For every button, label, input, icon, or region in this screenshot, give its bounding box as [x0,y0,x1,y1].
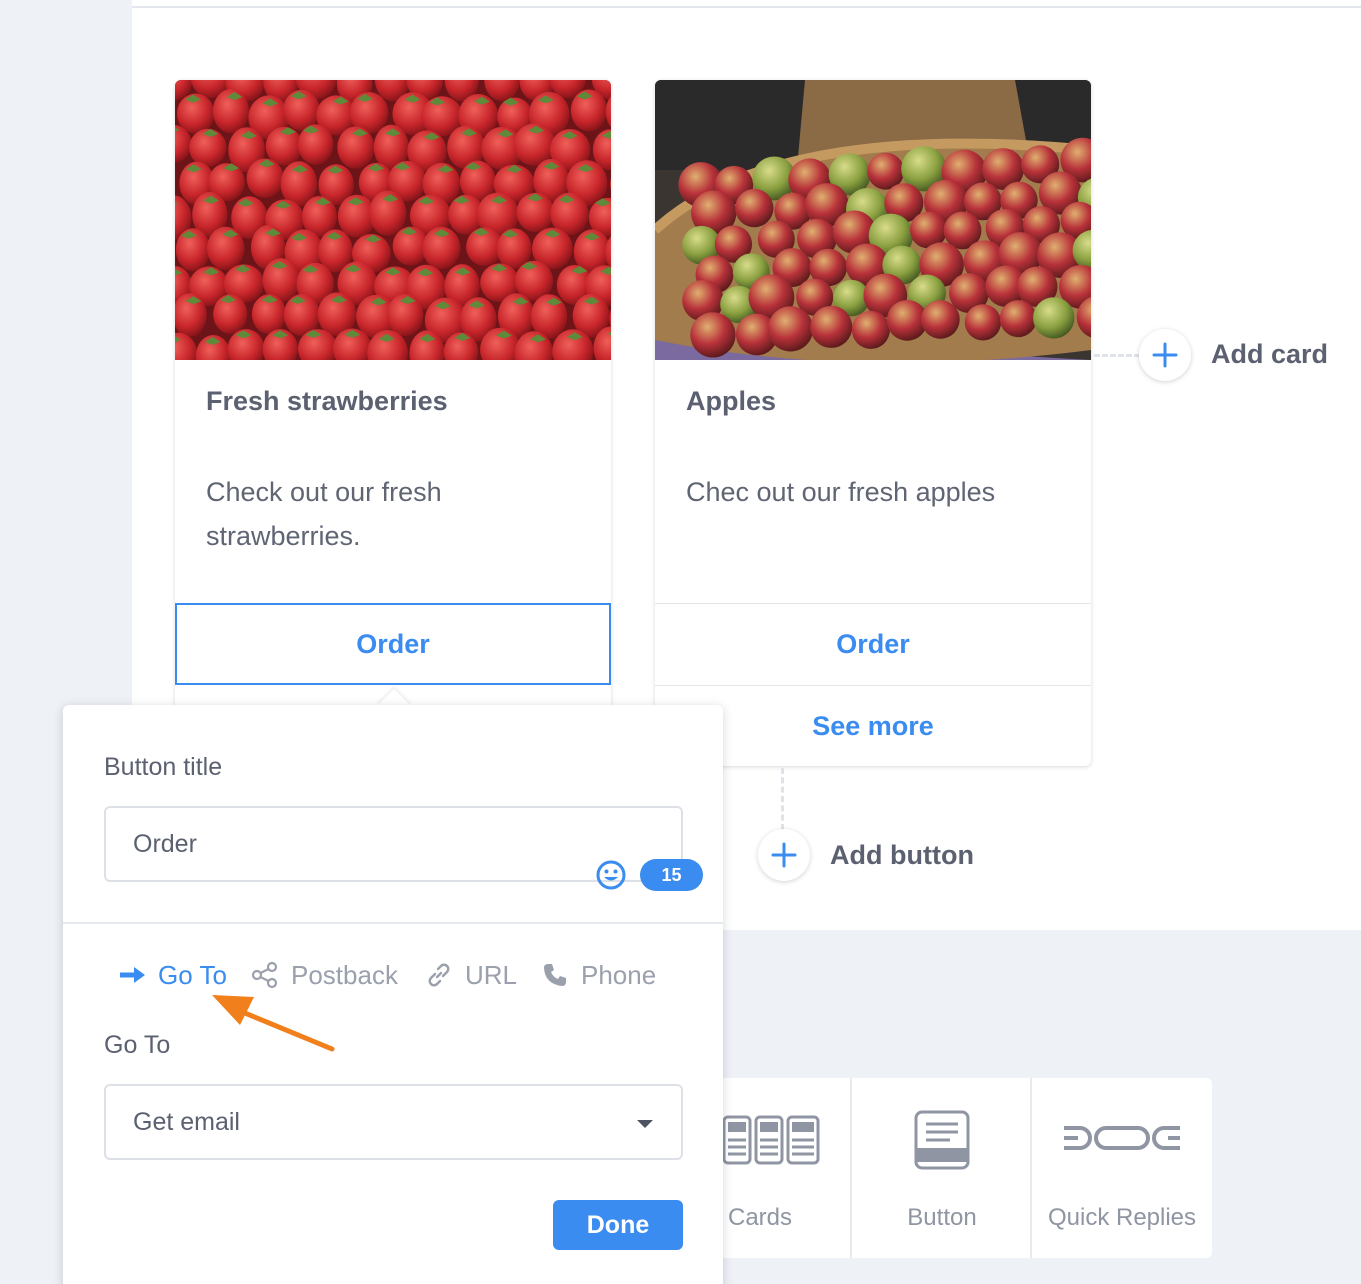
popover-divider [63,922,723,924]
arrow-right-icon [120,967,145,983]
tab-label: URL [465,959,518,990]
select-value: Get email [133,1107,240,1136]
card-button-order[interactable]: Order [655,603,1091,685]
apple-shape [921,300,960,339]
apple-shape [735,188,774,228]
done-button[interactable]: Done [553,1200,683,1250]
toolbar-item-button[interactable]: Button [850,1078,1030,1258]
toolbar-item-quick-replies[interactable]: Quick Replies [1030,1078,1210,1258]
annotation-arrow-icon [212,995,335,1052]
card-title[interactable]: Fresh strawberries [206,386,448,417]
strawberries-image [175,80,611,360]
apple-shape [851,310,890,349]
apple-shape [810,305,853,348]
card-button-order[interactable]: Order [175,603,611,685]
card-strawberries[interactable]: Fresh strawberries Check out our fresh s… [175,80,611,766]
phone-icon [544,964,566,986]
tab-phone[interactable]: Phone [541,957,656,993]
card-apples[interactable]: Apples Chec out our fresh apples Order S… [655,80,1091,766]
add-card-button[interactable] [1139,329,1191,381]
go-to-label: Go To [104,1031,171,1059]
card-subtitle[interactable]: Check out our fresh strawberries. [206,470,586,558]
button-editor-popover: Button title Order 15 Go To Postback URL… [63,705,723,1284]
chevron-down-icon [637,1120,653,1128]
cards-icon [722,1115,820,1165]
quick-replies-icon [1064,1126,1180,1150]
char-count-badge: 15 [640,859,703,891]
button-title-label: Button title [104,753,223,781]
apple-shape [767,306,814,352]
add-button-label[interactable]: Add button [830,840,974,871]
card-title[interactable]: Apples [686,386,776,417]
emoji-icon[interactable] [595,859,627,891]
canvas-divider [132,6,1361,8]
plus-icon [1152,342,1178,368]
apples-photo[interactable] [655,80,1091,360]
add-button-connector [781,768,784,830]
apple-shape [999,300,1037,338]
card-subtitle[interactable]: Chec out our fresh apples [686,470,1066,514]
tab-url[interactable]: URL [425,957,517,993]
add-card-label[interactable]: Add card [1211,339,1328,370]
toolbar-label: Button [907,1204,977,1231]
plus-icon [771,842,797,868]
apple-shape [1033,297,1075,339]
apples-image [655,80,1091,360]
add-card-connector [1094,354,1140,357]
toolbar-label: Quick Replies [1047,1204,1197,1231]
add-button-button[interactable] [758,829,810,881]
link-icon [428,963,450,987]
apple-shape [964,304,1002,341]
apple-shape [690,312,736,358]
strawberries-photo[interactable] [175,80,611,360]
tab-label: Phone [581,959,657,990]
go-to-select[interactable]: Get email [104,1084,683,1160]
button-icon [914,1110,970,1170]
